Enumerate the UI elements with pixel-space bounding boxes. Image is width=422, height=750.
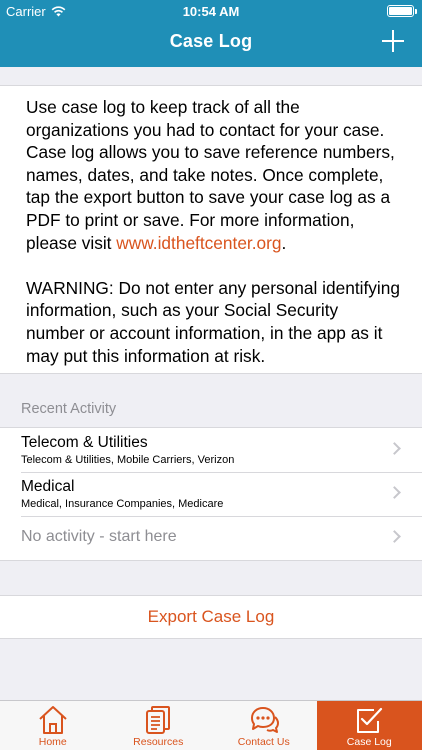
tab-bar: Home Resources Contact Us Case Log	[0, 700, 422, 750]
documents-icon	[146, 706, 171, 734]
tab-contact-us[interactable]: Contact Us	[211, 701, 317, 750]
chevron-right-icon	[388, 530, 401, 543]
battery-icon	[387, 5, 417, 17]
plus-icon[interactable]	[382, 30, 404, 52]
home-icon	[39, 706, 67, 734]
intro-panel: Use case log to keep track of all the or…	[0, 85, 422, 374]
start-new-activity-row[interactable]: No activity - start here	[0, 516, 422, 560]
recent-activity-list: Telecom & Utilities Telecom & Utilities,…	[0, 427, 422, 561]
chevron-right-icon	[388, 486, 401, 499]
activity-subtitle: Medical, Insurance Companies, Medicare	[21, 498, 224, 510]
tab-home[interactable]: Home	[0, 701, 106, 750]
tab-label: Home	[38, 736, 67, 748]
warning-text: WARNING: Do not enter any personal ident…	[26, 277, 400, 366]
intro-paragraph: Use case log to keep track of all the or…	[26, 97, 395, 253]
activity-title: Telecom & Utilities	[21, 434, 148, 451]
activity-row-telecom[interactable]: Telecom & Utilities Telecom & Utilities,…	[0, 428, 422, 472]
status-bar: Carrier 10:54 AM	[0, 0, 422, 22]
tab-label: Case Log	[346, 736, 392, 748]
status-time: 10:54 AM	[182, 4, 240, 19]
activity-row-medical[interactable]: Medical Medical, Insurance Companies, Me…	[0, 472, 422, 516]
checklist-icon	[357, 707, 383, 733]
tab-label: Resources	[133, 736, 184, 748]
page-title: Case Log	[169, 31, 253, 51]
navigation-bar: Carrier 10:54 AM Case Log	[0, 0, 422, 67]
export-case-log-button[interactable]: Export Case Log	[0, 595, 422, 639]
intro-text: Use case log to keep track of all the or…	[26, 96, 400, 254]
empty-activity-label: No activity - start here	[21, 528, 177, 545]
tab-resources[interactable]: Resources	[106, 701, 212, 750]
tab-label: Contact Us	[237, 736, 290, 748]
activity-subtitle: Telecom & Utilities, Mobile Carriers, Ve…	[21, 454, 235, 466]
activity-title: Medical	[21, 478, 75, 495]
idtheftcenter-link[interactable]: www.idtheftcenter.org	[116, 233, 281, 253]
chat-bubbles-icon	[250, 707, 279, 733]
chevron-right-icon	[388, 442, 401, 455]
intro-paragraph-end: .	[281, 232, 287, 253]
recent-activity-header: Recent Activity	[21, 401, 117, 417]
tab-case-log[interactable]: Case Log	[316, 701, 422, 750]
